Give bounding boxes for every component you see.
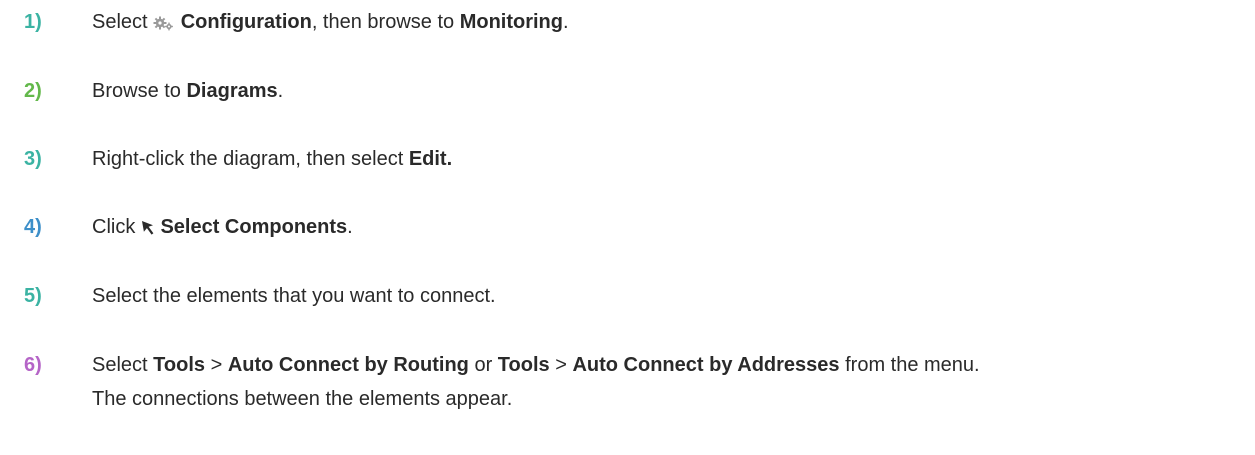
step-number: 1) — [24, 11, 42, 33]
procedure-steps: 1) Select Configuration, then browse to … — [0, 0, 1255, 455]
auto-connect-addresses-label: Auto Connect by Addresses — [572, 354, 840, 376]
tools-label: Tools — [497, 354, 550, 376]
step-result: The connections between the elements app… — [92, 388, 513, 410]
cursor-arrow-icon — [141, 220, 155, 236]
step-text: Click Select Components. — [92, 216, 353, 238]
edit-label: Edit. — [408, 148, 453, 170]
step-number: 5) — [24, 285, 42, 307]
step-text: Select the elements that you want to con… — [92, 285, 496, 307]
step-number: 3) — [24, 148, 42, 170]
step-text: Browse to Diagrams. — [92, 80, 284, 102]
step-text: Right-click the diagram, then select Edi… — [92, 148, 453, 170]
monitoring-label: Monitoring — [459, 11, 563, 33]
gear-icon — [153, 15, 175, 31]
diagrams-label: Diagrams — [186, 80, 278, 102]
step-text: Select Tools > Auto Connect by Routing o… — [92, 354, 980, 410]
step-number: 2) — [24, 80, 42, 102]
step-text: Select Configuration, then browse to Mon… — [92, 11, 569, 33]
step-number: 4) — [24, 216, 42, 238]
auto-connect-routing-label: Auto Connect by Routing — [227, 354, 469, 376]
step-number: 6) — [24, 354, 42, 376]
tools-label: Tools — [153, 354, 206, 376]
configuration-label: Configuration — [180, 11, 312, 33]
select-components-label: Select Components — [160, 216, 348, 238]
